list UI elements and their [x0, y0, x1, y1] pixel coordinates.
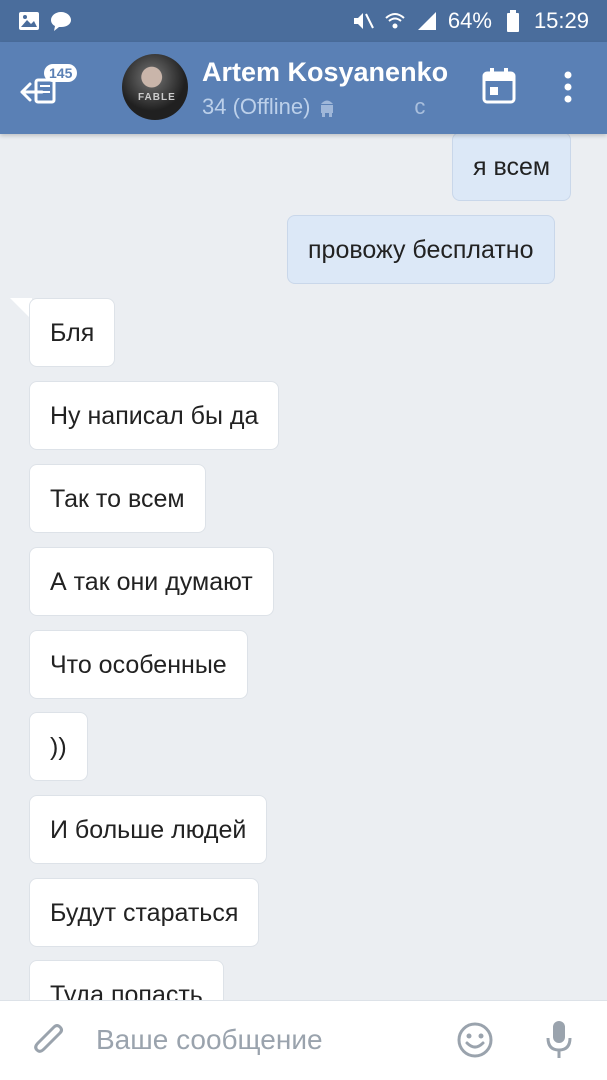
message-bubble-incoming[interactable]: Ну написал бы да: [29, 381, 280, 450]
avatar[interactable]: FABLE: [122, 54, 188, 120]
more-options-button[interactable]: [556, 70, 580, 104]
status-bar: 64% 15:29: [0, 0, 607, 42]
message-bubble-incoming[interactable]: )): [29, 712, 88, 781]
message-bubble-outgoing[interactable]: я всем: [452, 134, 572, 201]
message-bubble-incoming[interactable]: Туда попасть: [29, 960, 224, 1000]
paperclip-icon: [34, 1024, 63, 1053]
contact-status-line: 34 (Offline) c: [202, 94, 425, 120]
more-vertical-icon: [564, 71, 572, 103]
android-icon: [321, 100, 334, 117]
attach-button[interactable]: [30, 1021, 68, 1061]
message-bubble-incoming[interactable]: А так они думают: [29, 547, 274, 616]
message-bubble-incoming[interactable]: Так то всем: [29, 464, 206, 533]
message-bubble-incoming[interactable]: Бля: [29, 298, 116, 367]
back-button[interactable]: 145: [18, 64, 78, 110]
message-bubble-incoming[interactable]: И больше людей: [29, 795, 268, 864]
calendar-button[interactable]: [482, 68, 516, 104]
voice-message-button[interactable]: [545, 1019, 573, 1061]
message-bubble-incoming[interactable]: Что особенные: [29, 630, 248, 699]
contact-status: 34 (Offline): [202, 94, 311, 119]
contact-name[interactable]: Artem Kosyanenko: [202, 57, 448, 88]
mute-icon: [352, 10, 374, 32]
microphone-icon: [546, 1021, 572, 1058]
message-bubble-outgoing[interactable]: провожу бесплатно: [287, 215, 555, 284]
avatar-text: FABLE: [138, 92, 176, 103]
gallery-icon: [18, 10, 40, 32]
battery-icon: [502, 10, 524, 32]
message-composer: Ваше сообщение: [0, 1000, 607, 1080]
chat-header: 145 FABLE Artem Kosyanenko 34 (Offline) …: [0, 42, 607, 134]
message-bubble-incoming[interactable]: Будут стараться: [29, 878, 260, 947]
wifi-icon: [384, 10, 406, 32]
unread-badge: 145: [44, 64, 78, 82]
smiley-icon: [457, 1022, 493, 1058]
message-list[interactable]: я всем провожу бесплатно Бля Ну написал …: [0, 134, 607, 1000]
signal-icon: [416, 10, 438, 32]
battery-percent: 64%: [447, 8, 492, 33]
calendar-icon: [482, 68, 516, 104]
chat-notification-icon: [50, 10, 72, 32]
status-extra: c: [414, 94, 426, 119]
clock: 15:29: [533, 8, 589, 33]
message-input[interactable]: Ваше сообщение: [96, 1024, 323, 1056]
emoji-button[interactable]: [456, 1021, 494, 1059]
